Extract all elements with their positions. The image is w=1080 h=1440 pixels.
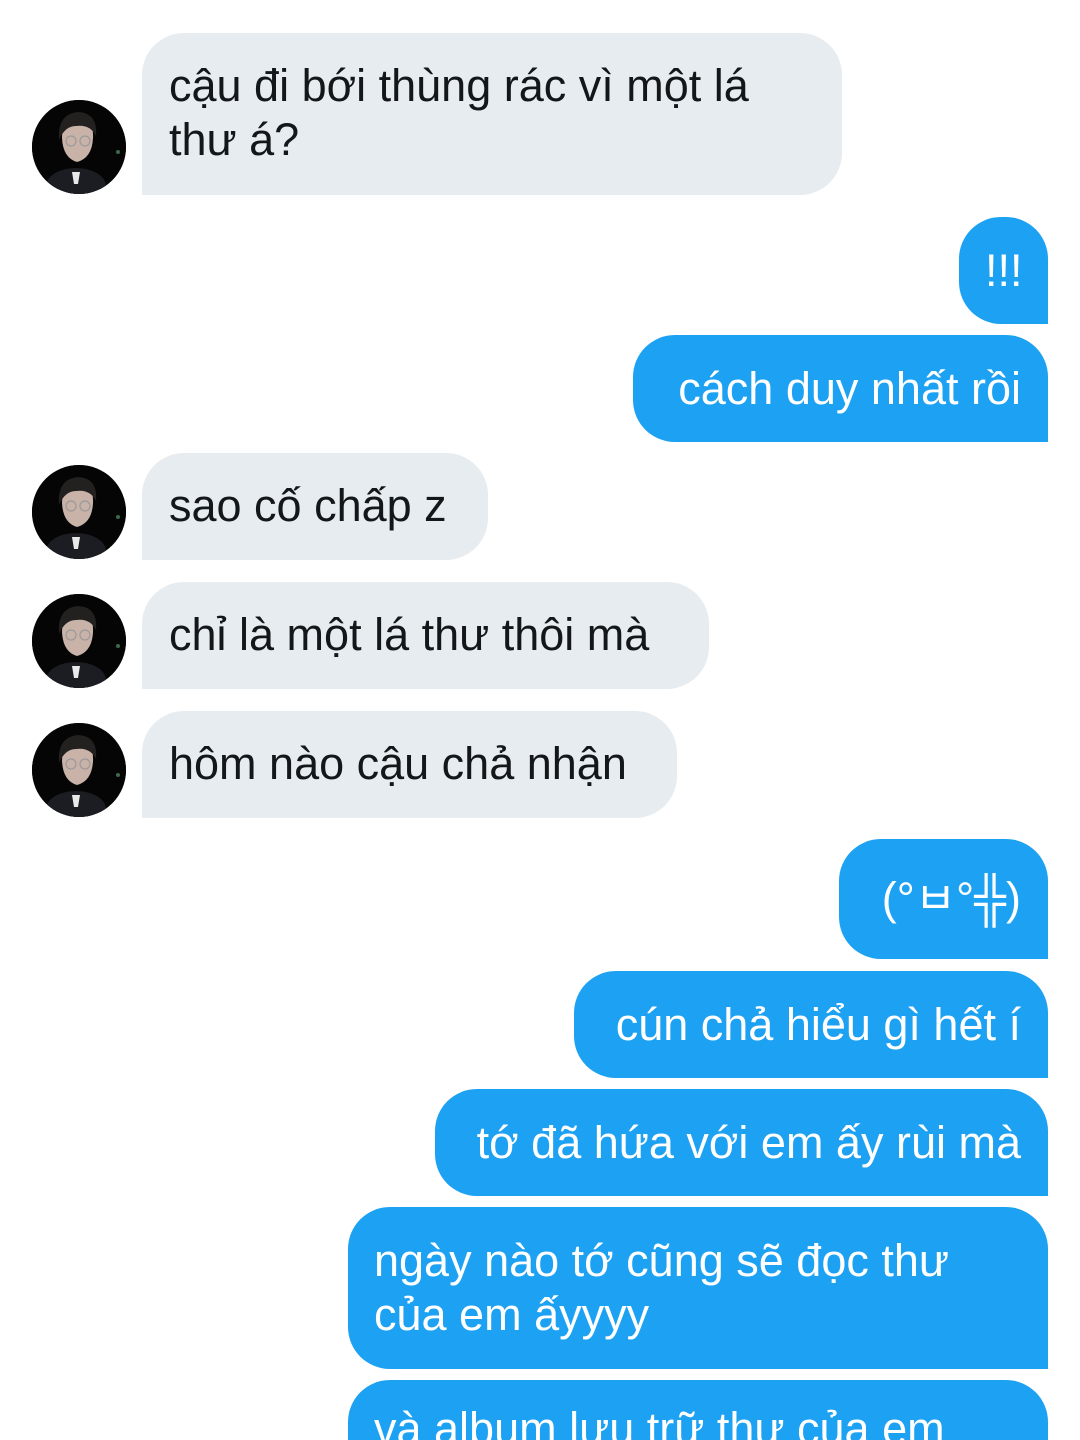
message-text: và album lưu trữ thư của em [374, 1403, 945, 1440]
message-text: hôm nào cậu chả nhận [169, 738, 627, 789]
message-text: ngày nào tớ cũng sẽ đọc thư của em ấyyyy [374, 1235, 950, 1340]
incoming-message-bubble[interactable]: chỉ là một lá thư thôi mà [142, 582, 709, 689]
message-text: !!! [985, 245, 1023, 296]
contact-avatar[interactable] [32, 465, 126, 559]
outgoing-message-bubble[interactable]: cách duy nhất rồi [633, 335, 1048, 442]
message-text: cậu đi bới thùng rác vì một lá thư á? [169, 60, 749, 165]
contact-avatar[interactable] [32, 723, 126, 817]
message-text: cún chả hiểu gì hết í [615, 999, 1021, 1050]
incoming-message-bubble[interactable]: sao cố chấp z [142, 453, 488, 560]
outgoing-message-bubble[interactable]: cún chả hiểu gì hết í [574, 971, 1048, 1078]
outgoing-message-bubble[interactable]: và album lưu trữ thư của em [348, 1380, 1048, 1440]
avatar-photo-icon [32, 594, 126, 688]
contact-avatar[interactable] [32, 594, 126, 688]
message-text: (°ㅂ°╬) [881, 873, 1021, 924]
message-text: tớ đã hứa với em ấy rùi mà [476, 1117, 1021, 1168]
chat-thread: cậu đi bới thùng rác vì một lá thư á? !!… [0, 0, 1080, 1440]
outgoing-message-bubble[interactable]: tớ đã hứa với em ấy rùi mà [435, 1089, 1048, 1196]
message-text: sao cố chấp z [169, 480, 447, 531]
avatar-photo-icon [32, 100, 126, 194]
message-text: chỉ là một lá thư thôi mà [169, 609, 650, 660]
avatar-photo-icon [32, 465, 126, 559]
contact-avatar[interactable] [32, 100, 126, 194]
outgoing-message-bubble[interactable]: (°ㅂ°╬) [839, 839, 1048, 959]
message-text: cách duy nhất rồi [678, 363, 1021, 414]
avatar-photo-icon [32, 723, 126, 817]
outgoing-message-bubble[interactable]: !!! [959, 217, 1048, 324]
incoming-message-bubble[interactable]: cậu đi bới thùng rác vì một lá thư á? [142, 33, 842, 195]
outgoing-message-bubble[interactable]: ngày nào tớ cũng sẽ đọc thư của em ấyyyy [348, 1207, 1048, 1369]
incoming-message-bubble[interactable]: hôm nào cậu chả nhận [142, 711, 677, 818]
